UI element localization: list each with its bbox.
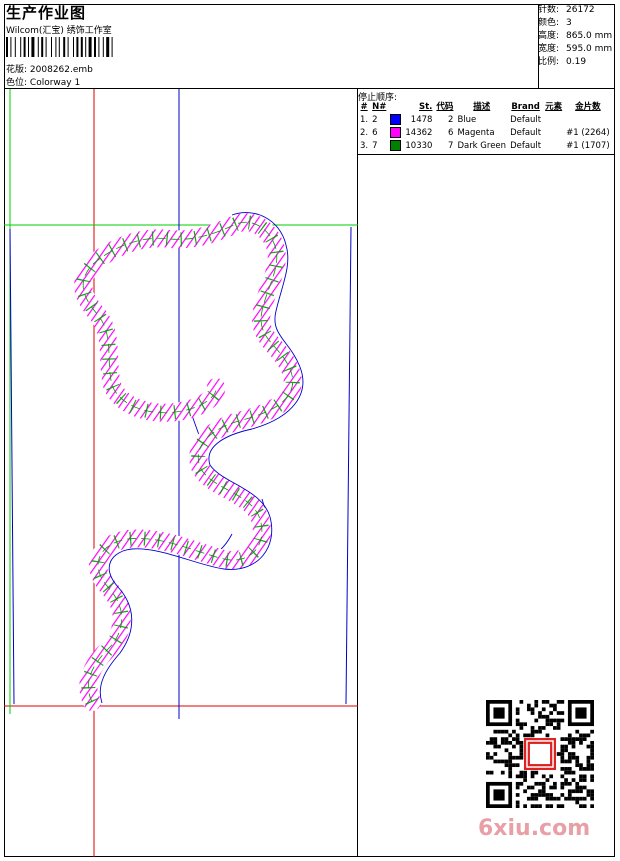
frame-outline-left — [9, 228, 15, 705]
colorway-label: 色位: — [6, 78, 28, 88]
frame-outline-right — [345, 226, 352, 705]
table-row: 3. 7 10330 7 Dark Green Default #1 (1707… — [360, 140, 610, 151]
col-num: # — [360, 102, 368, 112]
stat-scale: 比例: 0.19 — [538, 57, 587, 67]
col-code: 代码 — [436, 102, 454, 112]
col-swatch — [388, 101, 403, 114]
colorway-value: Colorway 1 — [29, 78, 81, 88]
col-sequin: 金片数 — [575, 102, 601, 112]
site-watermark: 6xiu.com — [478, 816, 591, 841]
design-file-row: 花版: 2008262.emb — [6, 62, 93, 75]
snake-satin-body — [74, 213, 302, 711]
page-title: 生产作业图 — [6, 4, 87, 22]
design-value: 2008262.emb — [29, 65, 93, 75]
col-brand: Brand — [511, 102, 540, 112]
table-divider — [357, 154, 615, 155]
table-row: 2. 6 14362 6 Magenta Default #1 (2264) — [360, 127, 610, 138]
col-element: 元素 — [545, 102, 563, 112]
col-desc: 描述 — [473, 102, 491, 112]
stat-colors: 颜色: 3 — [538, 18, 572, 28]
qr-code-icon — [486, 700, 594, 808]
color-sequence-table: # N# St. 代码 描述 Brand 元素 金片数 1. 2 1478 2 … — [358, 101, 612, 153]
embroidery-design-preview — [4, 89, 358, 857]
colorway-row: 色位: Colorway 1 — [6, 75, 80, 88]
studio-name: Wilcom(汇宝) 绣饰工作室 — [6, 26, 112, 36]
barcode-icon — [6, 37, 113, 57]
design-stats: 针数: 26172 颜色: 3 高度: 865.0 mm 宽度: 595.0 mm 比例… — [538, 4, 612, 69]
stat-height: 高度: 865.0 mm — [538, 31, 613, 41]
stat-stitches: 针数: 26172 — [538, 5, 595, 15]
col-needle: N# — [372, 102, 387, 112]
design-label: 花版: — [6, 65, 28, 75]
color-swatch-magenta — [390, 127, 402, 138]
stat-width: 宽度: 595.0 mm — [538, 44, 613, 54]
color-swatch-green — [390, 140, 402, 151]
table-row: 1. 2 1478 2 Blue Default — [360, 114, 542, 125]
color-swatch-blue — [390, 114, 402, 125]
table-header-row: # N# St. 代码 描述 Brand 元素 金片数 — [358, 101, 612, 114]
col-stitches: St. — [419, 102, 433, 112]
